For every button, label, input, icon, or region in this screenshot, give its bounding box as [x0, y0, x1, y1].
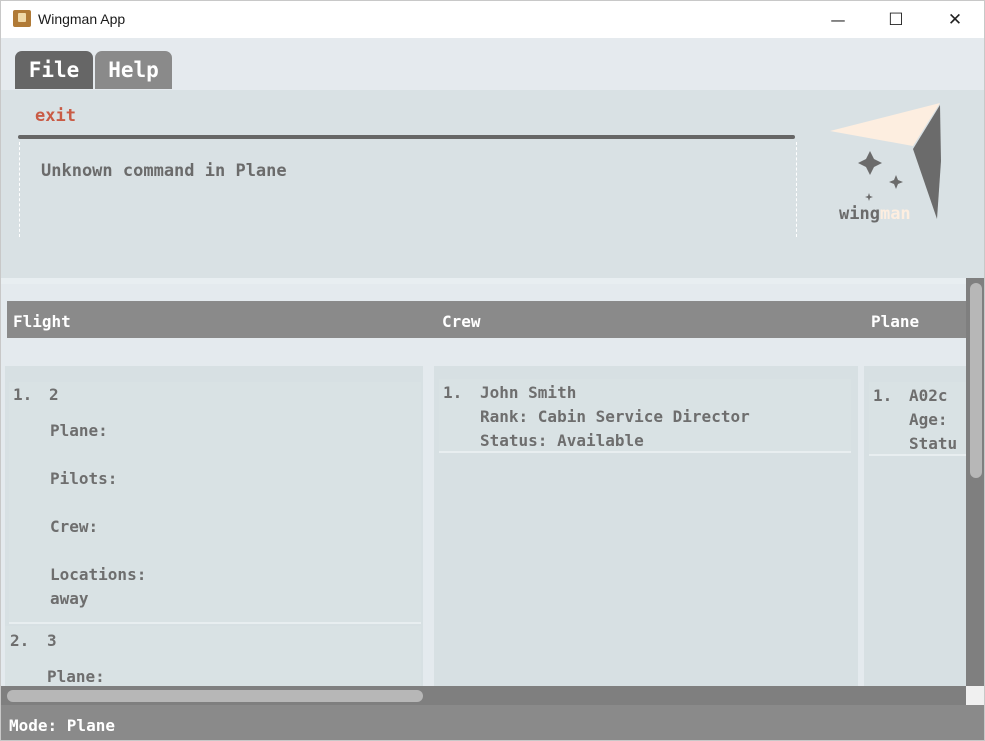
flight-locations-value: away — [50, 589, 89, 608]
menu-bar: File Help — [1, 38, 984, 90]
close-icon: ✕ — [947, 9, 963, 30]
crew-name: John Smith — [480, 383, 577, 402]
list-panels: Flight Crew Plane 1. 2 Plane: Pilots: Cr… — [1, 284, 966, 686]
flight-plane-label: Plane: — [50, 421, 108, 440]
menu-file[interactable]: File — [15, 51, 93, 89]
flight-locations-label: Locations: — [50, 565, 147, 584]
column-header-plane: Plane — [871, 312, 920, 331]
plane-status-label: Statu — [909, 434, 958, 453]
plane-card[interactable]: 1. A02c Age: Statu — [869, 382, 966, 456]
mode-status: Mode: Plane — [9, 716, 115, 735]
flight-code: 3 — [47, 631, 57, 650]
app-icon — [13, 10, 31, 27]
flight-index: 2. — [10, 631, 30, 650]
result-message: Unknown command in Plane — [41, 161, 287, 181]
minimize-button[interactable]: — — [809, 1, 867, 38]
sparkle-small-icon — [889, 175, 903, 189]
plane-index: 1. — [873, 386, 893, 405]
maximize-icon: ☐ — [888, 9, 904, 30]
app-window: Wingman App — ☐ ✕ File Help exit Unknown… — [0, 0, 985, 741]
scroll-corner — [966, 686, 984, 705]
flight-index: 1. — [13, 385, 33, 404]
result-display-box — [19, 142, 797, 237]
column-header-row: Flight Crew Plane — [7, 301, 966, 338]
maximize-button[interactable]: ☐ — [867, 1, 925, 38]
command-underline — [18, 135, 795, 139]
flight-card[interactable]: 1. 2 Plane: Pilots: Crew: Locations: awa… — [9, 382, 421, 624]
flight-pilots-label: Pilots: — [50, 469, 118, 488]
column-header-flight: Flight — [13, 312, 71, 331]
plane-name: A02c — [909, 386, 948, 405]
sparkle-icon — [858, 151, 882, 175]
logo-text: wingman — [839, 204, 911, 224]
flight-plane-label: Plane: — [47, 667, 105, 686]
crew-index: 1. — [443, 383, 463, 402]
flight-card[interactable]: 2. 3 Plane: — [5, 626, 421, 686]
menu-help[interactable]: Help — [95, 51, 172, 89]
minimize-icon: — — [830, 10, 846, 29]
command-input[interactable]: exit — [35, 106, 76, 126]
column-header-crew: Crew — [442, 312, 481, 331]
sparkle-tiny-icon — [865, 193, 873, 201]
status-bar: Mode: Plane — [1, 705, 984, 740]
crew-rank: Rank: Cabin Service Director — [480, 407, 750, 426]
window-title: Wingman App — [38, 11, 126, 27]
flight-crew-label: Crew: — [50, 517, 99, 536]
flight-code: 2 — [49, 385, 59, 404]
horizontal-scroll-thumb[interactable] — [7, 690, 423, 702]
crew-status: Status: Available — [480, 431, 644, 450]
plane-age-label: Age: — [909, 410, 948, 429]
vertical-scroll-thumb[interactable] — [970, 283, 982, 478]
close-button[interactable]: ✕ — [926, 1, 984, 38]
crew-card[interactable]: 1. John Smith Rank: Cabin Service Direct… — [439, 379, 851, 453]
title-bar: Wingman App — ☐ ✕ — [1, 1, 984, 38]
